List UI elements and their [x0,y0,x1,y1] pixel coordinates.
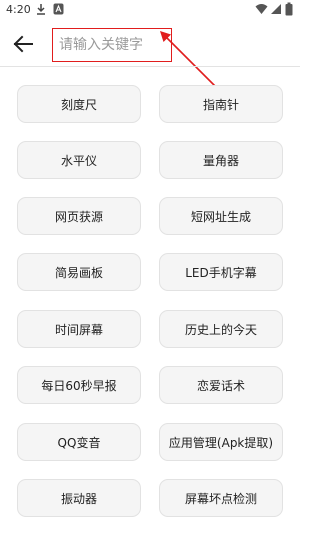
tool-button-history-today[interactable]: 历史上的今天 [159,310,283,348]
tool-button-page-source[interactable]: 网页获源 [17,197,141,235]
search-input[interactable] [59,29,167,60]
tool-button-led-subtitle[interactable]: LED手机字幕 [159,253,283,291]
status-time: 4:20 [6,3,31,16]
back-arrow-icon[interactable] [12,34,34,54]
tool-button-level[interactable]: 水平仪 [17,141,141,179]
tool-button-love-talk[interactable]: 恋爱话术 [159,366,283,404]
tool-button-vibrator[interactable]: 振动器 [17,479,141,517]
top-bar [0,22,300,66]
tool-button-qq-voice[interactable]: QQ变音 [17,423,141,461]
download-icon [37,4,45,15]
tool-button-compass[interactable]: 指南针 [159,85,283,123]
notification-a-icon [53,3,64,15]
search-box [52,28,172,62]
wifi-icon [255,4,268,14]
signal-icon [271,4,281,14]
tool-button-short-url[interactable]: 短网址生成 [159,197,283,235]
battery-icon [285,2,293,16]
tool-button-ruler[interactable]: 刻度尺 [17,85,141,123]
tool-button-app-manager[interactable]: 应用管理(Apk提取) [159,423,283,461]
tool-button-dead-pixel-test[interactable]: 屏幕坏点检测 [159,479,283,517]
header-divider [0,66,300,67]
status-bar: 4:20 [0,0,300,22]
tool-button-drawing-board[interactable]: 简易画板 [17,253,141,291]
tool-button-daily-news[interactable]: 每日60秒早报 [17,366,141,404]
tool-button-protractor[interactable]: 量角器 [159,141,283,179]
tool-button-time-screen[interactable]: 时间屏幕 [17,310,141,348]
